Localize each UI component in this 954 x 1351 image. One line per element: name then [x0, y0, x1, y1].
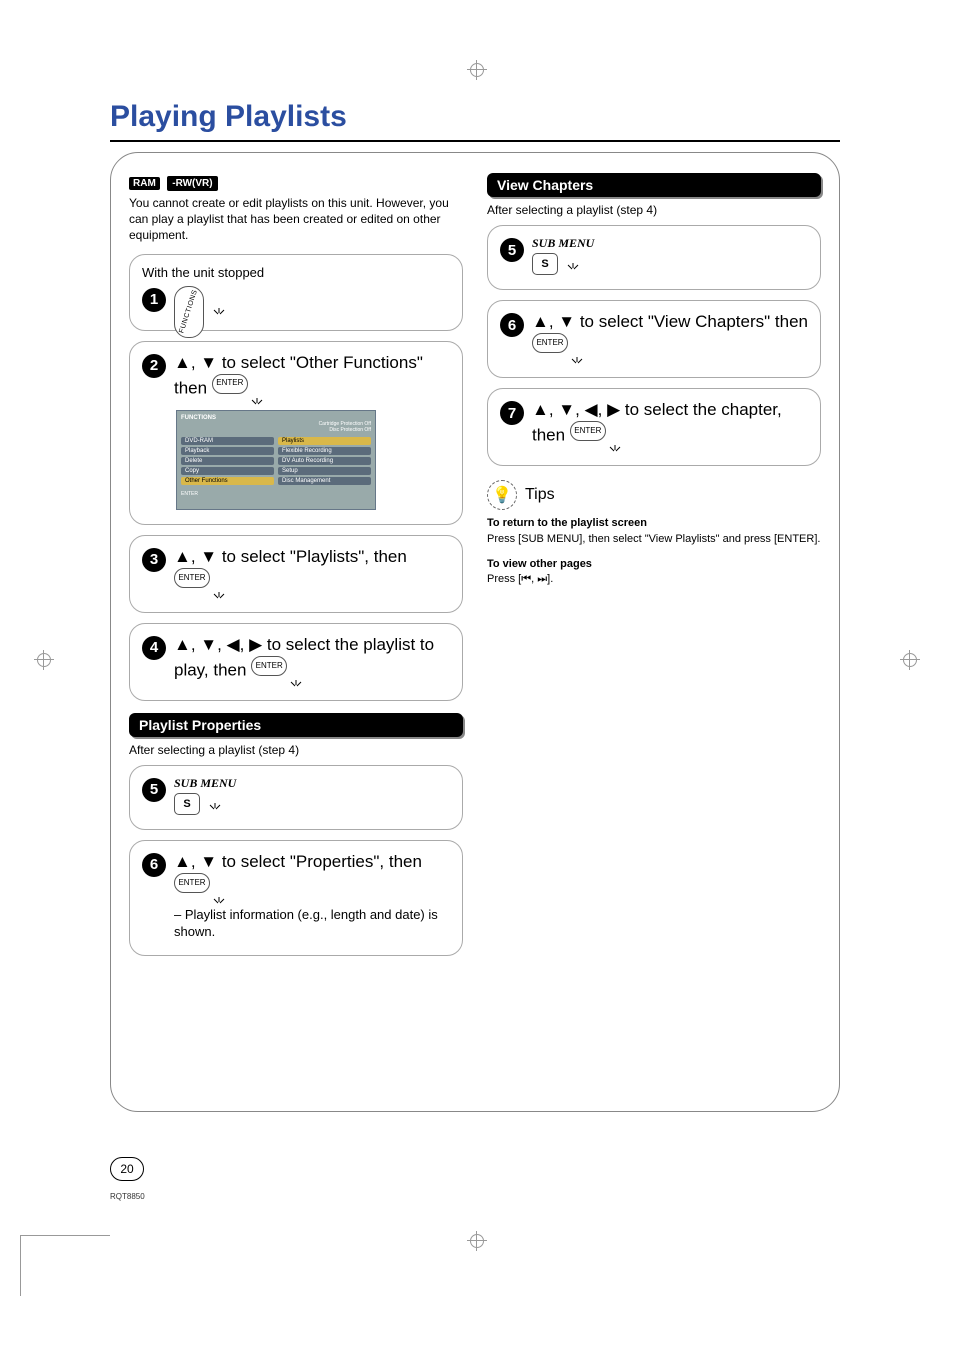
vc-step-6: 6 ▲, ▼ to select "View Chapters" then EN… [487, 300, 821, 378]
document-code: RQT8850 [110, 1192, 145, 1201]
badge-ram: RAM [129, 177, 160, 190]
vc-step-7-text: ▲, ▼, ◀, ▶ to select the chapter, then E… [532, 399, 808, 451]
step-4-text: ▲, ▼, ◀, ▶ to select the playlist to pla… [174, 634, 450, 686]
intro-text: You cannot create or edit playlists on t… [129, 195, 463, 244]
page-number: 20 [110, 1157, 144, 1181]
step-number-4: 4 [142, 636, 166, 660]
content-frame: RAM -RW(VR) You cannot create or edit pl… [110, 152, 840, 1112]
enter-button-icon: ENTER [174, 873, 218, 903]
functions-button-icon: FUNCTIONS [174, 286, 218, 316]
manual-page: Playing Playlists RAM -RW(VR) You cannot… [110, 100, 840, 1112]
step-number-1: 1 [142, 288, 166, 312]
step-number-5: 5 [142, 778, 166, 802]
pp-step-6: 6 ▲, ▼ to select "Properties", then ENTE… [129, 840, 463, 956]
step-1: With the unit stopped 1 FUNCTIONS [129, 254, 463, 331]
tips-heading: 💡 Tips [487, 480, 821, 510]
step-2-text: ▲, ▼ to select "Other Functions" then EN… [174, 352, 450, 404]
step-number-6: 6 [142, 853, 166, 877]
step-4: 4 ▲, ▼, ◀, ▶ to select the playlist to p… [129, 623, 463, 701]
step-3-text: ▲, ▼ to select "Playlists", then ENTER [174, 546, 450, 598]
osd-screenshot: FUNCTIONS Cartridge Protection OffDisc P… [176, 410, 376, 510]
step-number-6: 6 [500, 313, 524, 337]
enter-button-icon: ENTER [532, 333, 576, 363]
pp-step-6-text: ▲, ▼ to select "Properties", then ENTER … [174, 851, 450, 941]
playlist-properties-header: Playlist Properties [129, 713, 463, 737]
vc-step-5: 5 SUB MENU S [487, 225, 821, 290]
lightbulb-icon: 💡 [487, 480, 517, 510]
page-title: Playing Playlists [110, 100, 840, 142]
pp-step-5: 5 SUB MENU S [129, 765, 463, 830]
step-number-3: 3 [142, 548, 166, 572]
vc-step-6-text: ▲, ▼ to select "View Chapters" then ENTE… [532, 311, 808, 363]
step-1-pretext: With the unit stopped [142, 265, 450, 280]
step-number-2: 2 [142, 354, 166, 378]
step-2: 2 ▲, ▼ to select "Other Functions" then … [129, 341, 463, 525]
vc-step-7: 7 ▲, ▼, ◀, ▶ to select the chapter, then… [487, 388, 821, 466]
left-column: RAM -RW(VR) You cannot create or edit pl… [129, 173, 463, 966]
step-number-5: 5 [500, 238, 524, 262]
enter-button-icon: ENTER [174, 568, 218, 598]
tips-block-1: To return to the playlist screen Press [… [487, 516, 821, 547]
enter-button-icon: ENTER [570, 421, 614, 451]
tips-block-2: To view other pages Press [⏮, ⏭]. [487, 557, 821, 588]
submenu-button: SUB MENU S [174, 776, 236, 815]
step-3: 3 ▲, ▼ to select "Playlists", then ENTER [129, 535, 463, 613]
enter-button-icon: ENTER [251, 656, 295, 686]
badge-rw: -RW(VR) [167, 176, 217, 191]
view-chapters-header: View Chapters [487, 173, 821, 197]
enter-button-icon: ENTER [212, 374, 256, 404]
media-badges: RAM -RW(VR) [129, 173, 463, 191]
pp-step-6-note: – Playlist information (e.g., length and… [174, 907, 450, 941]
view-chapters-after: After selecting a playlist (step 4) [487, 203, 821, 217]
right-column: View Chapters After selecting a playlist… [487, 173, 821, 966]
submenu-button: SUB MENU S [532, 236, 594, 275]
step-number-7: 7 [500, 401, 524, 425]
playlist-properties-after: After selecting a playlist (step 4) [129, 743, 463, 757]
